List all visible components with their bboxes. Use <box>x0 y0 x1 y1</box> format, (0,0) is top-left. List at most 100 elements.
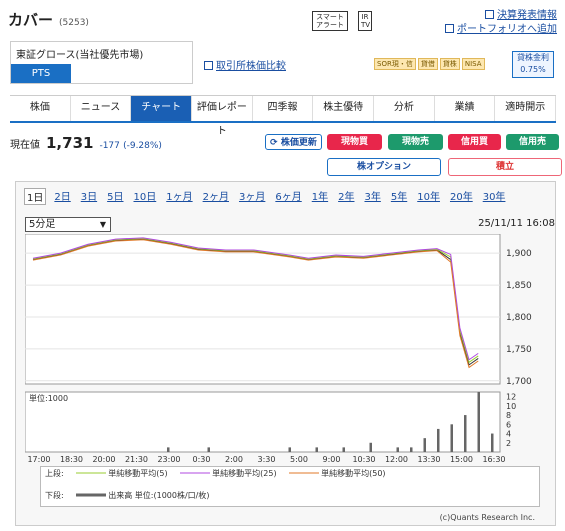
period-1m[interactable]: 1ヶ月 <box>164 188 194 205</box>
refresh-icon: ⟳ <box>270 138 278 148</box>
company-name: カバー <box>8 11 54 29</box>
volume-bar <box>450 424 453 452</box>
compare-link[interactable]: 取引所株価比較 <box>216 61 286 72</box>
x-tick-label: 3:30 <box>258 455 276 464</box>
period-6m[interactable]: 6ヶ月 <box>273 188 303 205</box>
volume-plot-area <box>25 391 501 453</box>
volume-bar <box>315 447 318 452</box>
tab-chart[interactable]: チャート <box>131 96 193 121</box>
tab-news[interactable]: ニュース <box>71 96 132 121</box>
x-tick-label: 18:30 <box>60 455 83 464</box>
volume-tick-label: 8 <box>506 411 511 420</box>
tab-earnings[interactable]: 業績 <box>435 96 496 121</box>
x-tick-label: 17:00 <box>27 455 50 464</box>
x-tick-label: 10:30 <box>352 455 375 464</box>
lending-rate-value: 0.75% <box>520 65 546 74</box>
x-tick-label: 0:30 <box>193 455 211 464</box>
refresh-button[interactable]: ⟳ 株価更新 <box>265 134 322 150</box>
sell-button[interactable]: 現物売 <box>388 134 443 150</box>
volume-tick-label: 6 <box>506 420 511 429</box>
tab-report[interactable]: 評価レポート <box>192 96 253 137</box>
margin-sell-button[interactable]: 信用売 <box>506 134 559 150</box>
savings-button[interactable]: 積立 <box>448 158 562 176</box>
x-tick-label: 9:00 <box>323 455 341 464</box>
chart-datetime: 25/11/11 16:08 <box>478 218 555 229</box>
period-2y[interactable]: 2年 <box>336 188 356 205</box>
compare-link-wrap: 取引所株価比較 <box>204 57 286 72</box>
volume-bar <box>423 438 426 452</box>
tag: SOR現・信 <box>374 58 416 70</box>
refresh-label: 株価更新 <box>280 138 317 148</box>
company-title: カバー (5253) <box>8 9 89 30</box>
pts-button[interactable]: PTS <box>11 64 71 83</box>
price-change-pct: (-9.28%) <box>123 141 162 151</box>
period-1y[interactable]: 1年 <box>310 188 330 205</box>
interval-select[interactable]: 5分足 ▼ <box>25 217 111 232</box>
volume-bar <box>410 447 413 452</box>
price-plot-area <box>25 234 501 385</box>
x-ticks: 17:00 18:30 20:00 21:30 23:00 0:30 2:00 3:30 5:0… <box>27 455 505 464</box>
price-label: 現在値 <box>10 140 40 151</box>
tag: 貸株 <box>439 58 460 70</box>
buy-button[interactable]: 現物買 <box>327 134 382 150</box>
period-10d[interactable]: 10日 <box>132 188 159 205</box>
period-selector: 1日 2日 3日 5日 10日 1ヶ月 2ヶ月 3ヶ月 6ヶ月 1年 2年 3年… <box>16 182 555 211</box>
ma50-swatch <box>288 472 319 474</box>
y-tick-label: 1,700 <box>506 377 532 387</box>
smart-alert-button[interactable]: スマート アラート <box>312 11 348 31</box>
tag: NISA <box>461 58 485 70</box>
main-tabs: 株価 ニュース チャート 評価レポート 四季報 株主優待 分析 業績 適時開示 <box>10 95 557 137</box>
lending-rate-box[interactable]: 貸株金利 0.75% <box>512 51 554 78</box>
volume-swatch <box>75 493 106 497</box>
period-3d[interactable]: 3日 <box>79 188 99 205</box>
price-y-ticks: 1,900 1,850 1,800 1,750 1,700 <box>506 249 532 387</box>
x-tick-label: 21:30 <box>125 455 148 464</box>
legend-lower-label: 下段: <box>45 491 64 500</box>
portfolio-icon <box>445 24 454 33</box>
legend-box: 上段: 単純移動平均(5) 単純移動平均(25) 単純移動平均(50) 下段: … <box>40 466 540 507</box>
ma5-swatch <box>75 472 106 474</box>
margin-buy-button[interactable]: 信用買 <box>448 134 501 150</box>
smart-alert-label: スマート アラート <box>316 13 344 29</box>
volume-bar <box>477 392 480 452</box>
tab-benefit[interactable]: 株主優待 <box>313 96 375 121</box>
period-3m[interactable]: 3ヶ月 <box>237 188 267 205</box>
lending-rate-label: 貸株金利 <box>517 53 549 62</box>
period-10y[interactable]: 10年 <box>415 188 442 205</box>
volume-bar <box>396 447 399 452</box>
volume-bar <box>167 447 170 452</box>
volume-bar <box>369 442 372 452</box>
period-5y[interactable]: 5年 <box>389 188 409 205</box>
document-icon <box>485 10 494 19</box>
tab-disclosure[interactable]: 適時開示 <box>495 96 557 121</box>
trade-tags: SOR現・信 貸借 貸株 NISA <box>374 58 487 70</box>
interval-value: 5分足 <box>29 219 56 230</box>
x-tick-label: 16:30 <box>482 455 505 464</box>
copyright: (c)Quants Research Inc. <box>439 513 535 522</box>
price-row: 現在値 1,731 -177 (-9.28%) <box>10 134 162 152</box>
x-tick-label: 12:00 <box>385 455 408 464</box>
earnings-link[interactable]: 決算発表情報 <box>497 10 557 21</box>
period-30y[interactable]: 30年 <box>481 188 508 205</box>
period-3y[interactable]: 3年 <box>362 188 382 205</box>
tab-shikiho[interactable]: 四季報 <box>253 96 314 121</box>
y-tick-label: 1,800 <box>506 313 532 323</box>
x-tick-label: 23:00 <box>157 455 180 464</box>
tab-price[interactable]: 株価 <box>10 96 71 121</box>
tag: 貸借 <box>417 58 438 70</box>
option-button[interactable]: 株オプション <box>327 158 441 176</box>
legend-upper-label: 上段: <box>45 469 64 478</box>
tab-analysis[interactable]: 分析 <box>374 96 435 121</box>
volume-bar <box>491 433 494 452</box>
market-selector[interactable]: 東証グロース(当社優先市場) PTS <box>10 41 193 84</box>
compare-icon <box>204 61 213 70</box>
period-2m[interactable]: 2ヶ月 <box>201 188 231 205</box>
period-20y[interactable]: 20年 <box>448 188 475 205</box>
period-5d[interactable]: 5日 <box>105 188 125 205</box>
portfolio-link[interactable]: ポートフォリオへ追加 <box>457 24 557 35</box>
price-value: 1,731 <box>46 134 94 152</box>
period-1d[interactable]: 1日 <box>24 188 47 205</box>
price-change: -177 <box>99 141 120 151</box>
ir-tv-button[interactable]: IR TV <box>358 11 372 31</box>
period-2d[interactable]: 2日 <box>52 188 72 205</box>
